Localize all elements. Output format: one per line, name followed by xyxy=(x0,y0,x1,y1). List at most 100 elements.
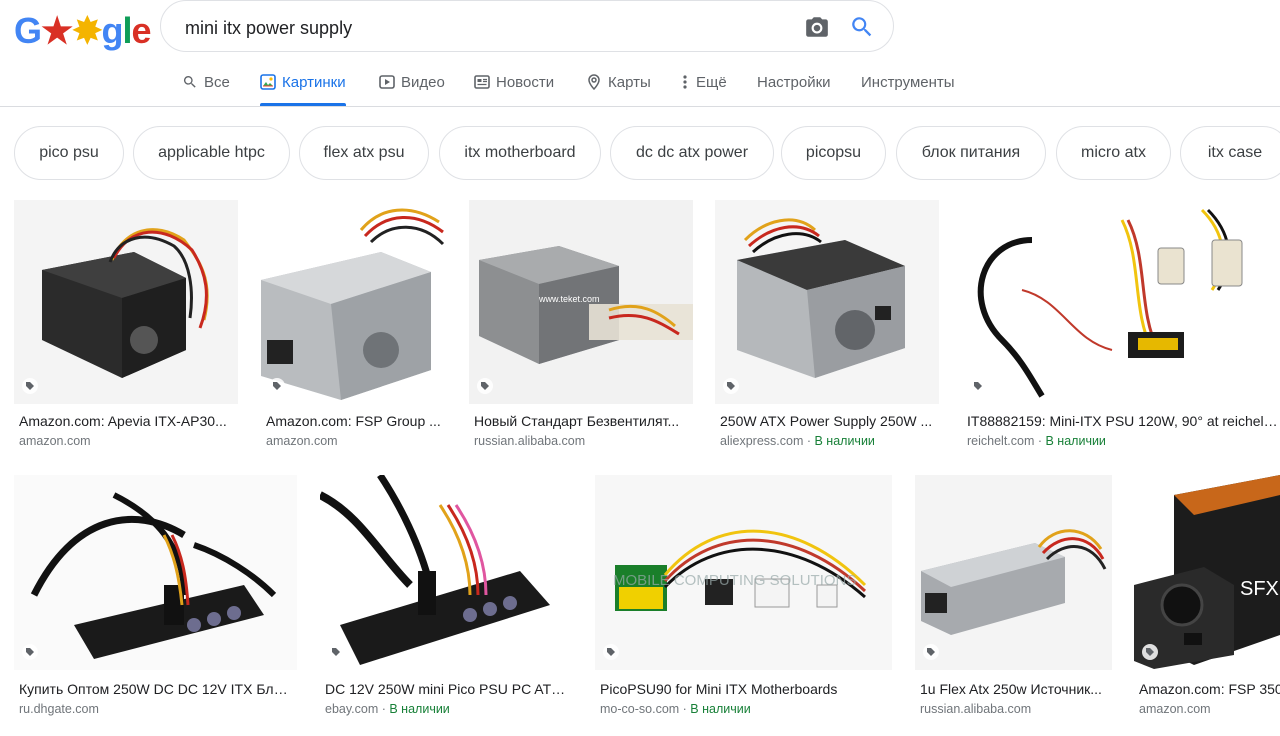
search-icon[interactable] xyxy=(849,14,875,40)
tab-label: Все xyxy=(204,73,230,91)
search-tabs: Все Картинки Видео Новости Карты Ещё Нас… xyxy=(0,60,1280,107)
source-domain: ebay.com xyxy=(325,702,379,716)
chip[interactable]: picopsu xyxy=(781,126,886,180)
tab-settings[interactable]: Настройки xyxy=(757,60,831,104)
result-title[interactable]: Amazon.com: Apevia ITX-AP30... xyxy=(19,413,233,429)
play-icon xyxy=(379,75,395,89)
result-title[interactable]: PicoPSU90 for Mini ITX Motherboards xyxy=(600,681,887,697)
tab-maps[interactable]: Карты xyxy=(586,60,651,104)
result-thumbnail[interactable] xyxy=(962,200,1280,404)
chip[interactable]: dc dc atx power xyxy=(610,126,774,180)
separator: · xyxy=(378,702,390,716)
source-domain: aliexpress.com xyxy=(720,434,804,448)
tag-icon xyxy=(22,644,38,660)
watermark: MOBILE COMPUTING SOLUTIONS xyxy=(613,572,856,589)
tab-video[interactable]: Видео xyxy=(379,60,445,104)
result-title[interactable]: Новый Стандарт Безвентилят... xyxy=(474,413,688,429)
result-thumbnail[interactable] xyxy=(320,475,572,670)
tag-icon xyxy=(1142,644,1158,660)
result-thumbnail[interactable] xyxy=(14,475,297,670)
result-thumbnail[interactable] xyxy=(915,475,1112,670)
result-source: russian.alibaba.com xyxy=(920,702,1031,716)
search-box xyxy=(160,0,894,52)
tab-label: Видео xyxy=(401,73,445,91)
separator: · xyxy=(1034,434,1046,448)
result-thumbnail[interactable] xyxy=(14,200,238,404)
result-source: amazon.com xyxy=(19,434,91,448)
tag-icon xyxy=(328,644,344,660)
tab-images[interactable]: Картинки xyxy=(260,60,346,106)
separator: · xyxy=(803,434,815,448)
chip[interactable]: itx motherboard xyxy=(439,126,601,180)
psu-image xyxy=(261,200,446,404)
psu-image xyxy=(715,200,939,404)
source-domain: ru.dhgate.com xyxy=(19,702,99,716)
result-title[interactable]: IT88882159: Mini-ITX PSU 120W, 90° at re… xyxy=(967,413,1280,429)
result-thumbnail[interactable]: SFX xyxy=(1134,475,1280,670)
result-title[interactable]: 1u Flex Atx 250w Источник... xyxy=(920,681,1110,697)
watermark: SFX xyxy=(1240,578,1279,600)
result-title[interactable]: DC 12V 250W mini Pico PSU PC ATX... xyxy=(325,681,567,697)
result-source: amazon.com xyxy=(266,434,338,448)
result-thumbnail[interactable]: www.teket.com xyxy=(469,200,693,404)
tag-icon xyxy=(269,378,285,394)
separator: · xyxy=(679,702,691,716)
source-domain: reichelt.com xyxy=(967,434,1035,448)
tab-news[interactable]: Новости xyxy=(474,60,554,104)
psu-image xyxy=(962,200,1280,404)
image-icon xyxy=(260,74,276,90)
tab-label: Инструменты xyxy=(861,73,955,91)
chip[interactable]: flex atx psu xyxy=(299,126,429,180)
chip[interactable]: блок питания xyxy=(896,126,1046,180)
stock-status: В наличии xyxy=(814,434,875,448)
search-input[interactable] xyxy=(183,13,787,43)
tab-all[interactable]: Все xyxy=(182,60,230,104)
chip[interactable]: applicable htpc xyxy=(133,126,290,180)
stock-status: В наличии xyxy=(389,702,450,716)
psu-image: www.teket.com xyxy=(469,200,693,404)
psu-image: MOBILE COMPUTING SOLUTIONS xyxy=(595,475,892,670)
tab-label: Картинки xyxy=(282,73,346,91)
chip[interactable]: itx case xyxy=(1180,126,1280,180)
chip[interactable]: pico psu xyxy=(14,126,124,180)
result-source: mo-co-so.com · В наличии xyxy=(600,702,751,716)
result-source: ru.dhgate.com xyxy=(19,702,99,716)
tab-label: Новости xyxy=(496,73,555,91)
tab-label: Ещё xyxy=(696,73,727,91)
chip[interactable]: micro atx xyxy=(1056,126,1171,180)
psu-image xyxy=(320,475,572,670)
news-icon xyxy=(474,75,490,89)
result-thumbnail[interactable] xyxy=(715,200,939,404)
result-source: russian.alibaba.com xyxy=(474,434,585,448)
psu-image xyxy=(915,475,1112,670)
tag-icon xyxy=(970,378,986,394)
source-domain: mo-co-so.com xyxy=(600,702,680,716)
result-source: aliexpress.com · В наличии xyxy=(720,434,875,448)
source-domain: amazon.com xyxy=(266,434,338,448)
tab-tools[interactable]: Инструменты xyxy=(861,60,955,104)
watermark: www.teket.com xyxy=(538,294,600,304)
psu-image xyxy=(14,200,238,404)
tab-more[interactable]: Ещё xyxy=(680,60,727,104)
result-title[interactable]: Amazon.com: FSP Group ... xyxy=(266,413,441,429)
result-thumbnail[interactable]: MOBILE COMPUTING SOLUTIONS xyxy=(595,475,892,670)
google-logo[interactable]: G★✸gle xyxy=(14,10,152,52)
result-source: amazon.com xyxy=(1139,702,1211,716)
tab-label: Настройки xyxy=(757,73,831,91)
stock-status: В наличии xyxy=(1045,434,1106,448)
result-source: ebay.com · В наличии xyxy=(325,702,450,716)
map-pin-icon xyxy=(588,74,600,90)
result-thumbnail[interactable] xyxy=(261,200,446,404)
source-domain: russian.alibaba.com xyxy=(474,434,586,448)
psu-image: SFX xyxy=(1134,475,1280,670)
camera-icon[interactable] xyxy=(804,14,830,40)
source-domain: amazon.com xyxy=(19,434,91,448)
tag-icon xyxy=(603,644,619,660)
psu-image xyxy=(14,475,297,670)
result-title[interactable]: 250W ATX Power Supply 250W ... xyxy=(720,413,934,429)
search-icon xyxy=(183,76,196,88)
result-title[interactable]: Купить Оптом 250W DC DC 12V ITX Бло... xyxy=(19,681,292,697)
related-searches: pico psu applicable htpc flex atx psu it… xyxy=(14,126,1280,180)
result-source: reichelt.com · В наличии xyxy=(967,434,1106,448)
result-title[interactable]: Amazon.com: FSP 350 xyxy=(1139,681,1280,697)
